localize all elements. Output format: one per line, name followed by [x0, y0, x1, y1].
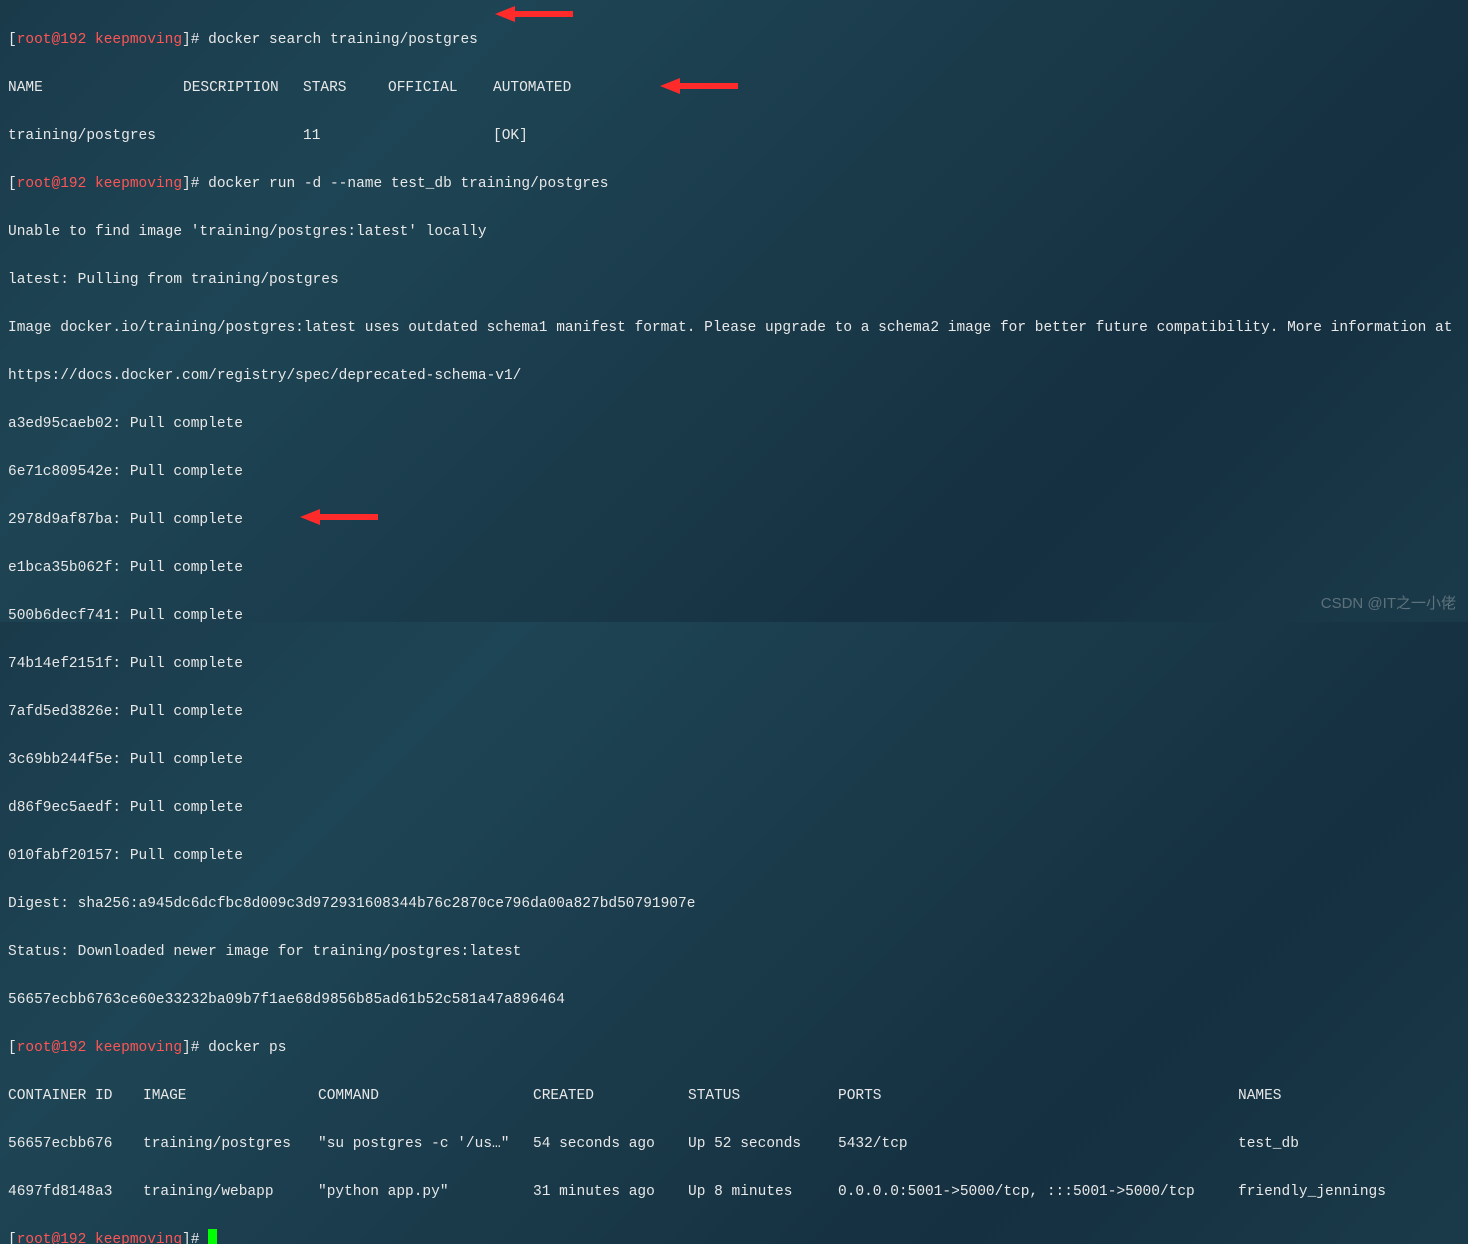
- prompt-bracket: [: [8, 32, 17, 48]
- output-line: https://docs.docker.com/registry/spec/de…: [8, 364, 1460, 388]
- ps-row: 4697fd8148a3training/webapp"python app.p…: [8, 1180, 1460, 1204]
- output-line: Unable to find image 'training/postgres:…: [8, 220, 1460, 244]
- output-line: 6e71c809542e: Pull complete: [8, 460, 1460, 484]
- col-official: OFFICIAL: [388, 76, 493, 100]
- cell-created: 54 seconds ago: [533, 1132, 688, 1156]
- cell-ports: 0.0.0.0:5001->5000/tcp, :::5001->5000/tc…: [838, 1180, 1238, 1204]
- cell-image: training/webapp: [143, 1180, 318, 1204]
- output-line: latest: Pulling from training/postgres: [8, 268, 1460, 292]
- line-prompt-idle: [root@192 keepmoving]#: [8, 1228, 1460, 1244]
- cell-id: 56657ecbb676: [8, 1132, 143, 1156]
- output-line: 7afd5ed3826e: Pull complete: [8, 700, 1460, 724]
- output-line: 010fabf20157: Pull complete: [8, 844, 1460, 868]
- col-names: NAMES: [1238, 1084, 1438, 1108]
- col-automated: AUTOMATED: [493, 76, 613, 100]
- search-result-row: training/postgres 11 [OK]: [8, 124, 1460, 148]
- cell-status: Up 8 minutes: [688, 1180, 838, 1204]
- output-line: 2978d9af87ba: Pull complete: [8, 508, 1460, 532]
- cell-name: training/postgres: [8, 124, 183, 148]
- search-header-row: NAMEDESCRIPTIONSTARSOFFICIALAUTOMATED: [8, 76, 1460, 100]
- output-line: 500b6decf741: Pull complete: [8, 604, 1460, 628]
- output-line: 56657ecbb6763ce60e33232ba09b7f1ae68d9856…: [8, 988, 1460, 1012]
- col-image: IMAGE: [143, 1084, 318, 1108]
- cell-command: "su postgres -c '/us…": [318, 1132, 533, 1156]
- cursor[interactable]: [208, 1229, 217, 1244]
- line-cmd3: [root@192 keepmoving]# docker ps: [8, 1036, 1460, 1060]
- output-line: 74b14ef2151f: Pull complete: [8, 652, 1460, 676]
- cell-stars: 11: [303, 124, 388, 148]
- col-created: CREATED: [533, 1084, 688, 1108]
- col-stars: STARS: [303, 76, 388, 100]
- col-ports: PORTS: [838, 1084, 1238, 1108]
- output-line: Image docker.io/training/postgres:latest…: [8, 316, 1460, 340]
- cell-names: friendly_jennings: [1238, 1180, 1438, 1204]
- col-command: COMMAND: [318, 1084, 533, 1108]
- cell-ports: 5432/tcp: [838, 1132, 1238, 1156]
- cell-command: "python app.py": [318, 1180, 533, 1204]
- prompt-close: ]#: [182, 32, 208, 48]
- output-line: Digest: sha256:a945dc6dcfbc8d009c3d97293…: [8, 892, 1460, 916]
- cell-image: training/postgres: [143, 1132, 318, 1156]
- output-line: 3c69bb244f5e: Pull complete: [8, 748, 1460, 772]
- ps-row: 56657ecbb676training/postgres"su postgre…: [8, 1132, 1460, 1156]
- col-desc: DESCRIPTION: [183, 76, 303, 100]
- line-cmd2: [root@192 keepmoving]# docker run -d --n…: [8, 172, 1460, 196]
- line-cmd1: [root@192 keepmoving]# docker search tra…: [8, 28, 1460, 52]
- cell-created: 31 minutes ago: [533, 1180, 688, 1204]
- cell-names: test_db: [1238, 1132, 1438, 1156]
- watermark: CSDN @IT之一小佬: [1321, 592, 1456, 616]
- output-line: d86f9ec5aedf: Pull complete: [8, 796, 1460, 820]
- command-text: docker ps: [208, 1040, 286, 1056]
- output-line: e1bca35b062f: Pull complete: [8, 556, 1460, 580]
- command-text: docker run -d --name test_db training/po…: [208, 176, 608, 192]
- command-text: docker search training/postgres: [208, 32, 478, 48]
- prompt-user: root@192 keepmoving: [17, 32, 182, 48]
- output-line: Status: Downloaded newer image for train…: [8, 940, 1460, 964]
- output-line: a3ed95caeb02: Pull complete: [8, 412, 1460, 436]
- col-container-id: CONTAINER ID: [8, 1084, 143, 1108]
- col-status: STATUS: [688, 1084, 838, 1108]
- cell-id: 4697fd8148a3: [8, 1180, 143, 1204]
- terminal-output[interactable]: [root@192 keepmoving]# docker search tra…: [0, 0, 1468, 1244]
- cell-status: Up 52 seconds: [688, 1132, 838, 1156]
- col-name: NAME: [8, 76, 183, 100]
- ps-header-row: CONTAINER IDIMAGECOMMANDCREATEDSTATUSPOR…: [8, 1084, 1460, 1108]
- cell-automated: [OK]: [493, 124, 613, 148]
